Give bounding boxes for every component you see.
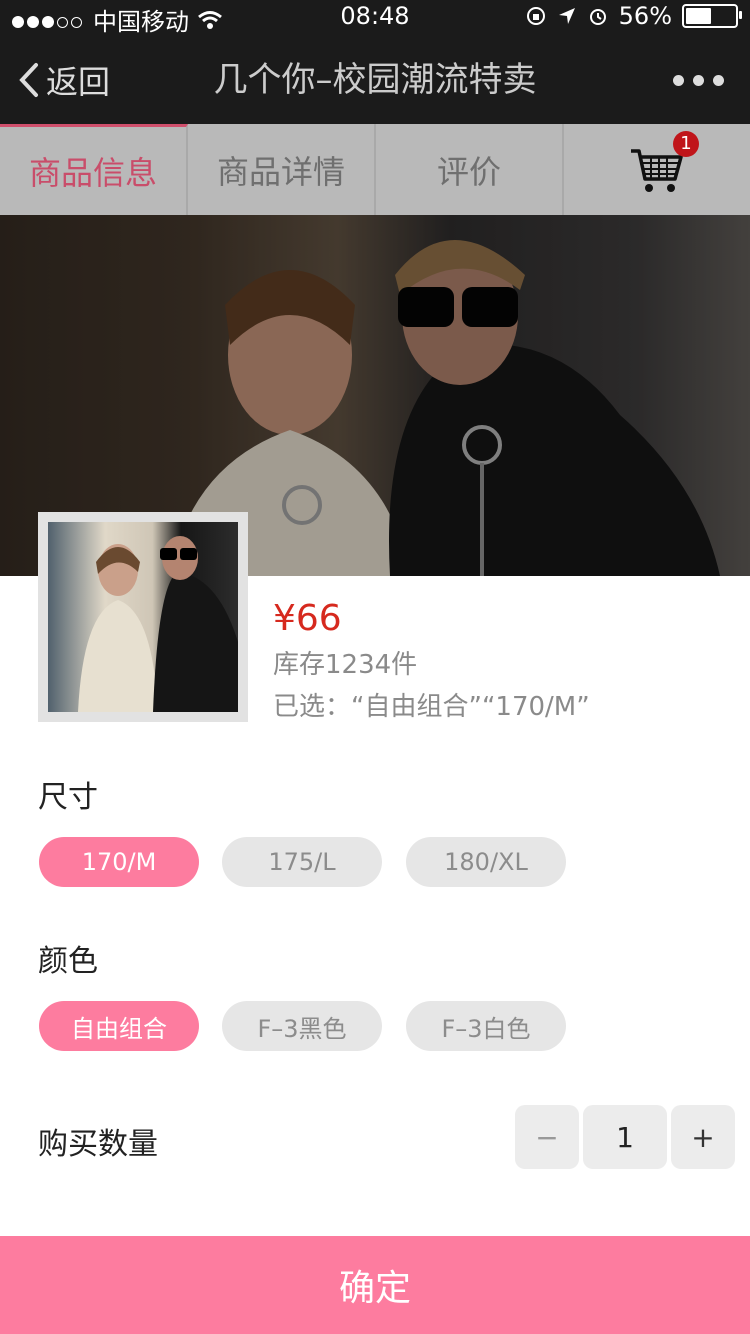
size-label: 尺寸: [38, 780, 98, 815]
size-option-180xl[interactable]: 180/XL: [406, 837, 566, 887]
color-option-free-combo[interactable]: 自由组合: [39, 1001, 199, 1051]
quantity-increase-button[interactable]: +: [671, 1105, 735, 1169]
product-thumbnail-image: [48, 522, 238, 712]
cart-button[interactable]: 1: [564, 124, 750, 215]
cart-badge: 1: [673, 130, 699, 157]
product-price: ¥66: [273, 598, 342, 639]
product-thumbnail: [38, 512, 248, 722]
rotation-lock-icon: [526, 7, 545, 25]
more-dot-icon: [693, 74, 704, 86]
battery-fill: [686, 8, 711, 24]
battery-icon: [682, 4, 742, 28]
chevron-left-icon: [19, 63, 38, 97]
more-dot-icon: [713, 74, 724, 86]
product-stock: 库存1234件: [273, 650, 418, 680]
color-label: 颜色: [38, 944, 98, 979]
quantity-input[interactable]: 1: [583, 1105, 667, 1169]
status-bar: 中国移动 08:48 56%: [0, 0, 750, 36]
page-title: 几个你–校园潮流特卖: [213, 60, 537, 100]
battery-percent: 56%: [618, 2, 672, 30]
status-right: 56%: [525, 2, 742, 30]
quantity-label: 购买数量: [38, 1127, 158, 1162]
more-button[interactable]: [673, 36, 724, 124]
tab-bar: 商品信息 商品详情 评价 1: [0, 124, 750, 215]
tab-reviews[interactable]: 评价: [376, 124, 564, 215]
nav-bar: 返回 几个你–校园潮流特卖: [0, 36, 750, 124]
color-option-f3-white[interactable]: F–3白色: [406, 1001, 566, 1051]
back-button[interactable]: 返回: [18, 36, 110, 124]
size-option-170m[interactable]: 170/M: [39, 837, 199, 887]
tab-product-details[interactable]: 商品详情: [188, 124, 376, 215]
location-icon: [558, 8, 575, 24]
tab-product-info[interactable]: 商品信息: [0, 124, 188, 215]
color-option-f3-black[interactable]: F–3黑色: [222, 1001, 382, 1051]
quantity-decrease-button[interactable]: −: [515, 1105, 579, 1169]
cart-icon: 1: [629, 130, 699, 195]
alarm-icon: [589, 9, 606, 25]
selected-options: 已选：“自由组合”“170/M”: [273, 692, 590, 722]
more-dot-icon: [673, 74, 684, 86]
size-option-175l[interactable]: 175/L: [222, 837, 382, 887]
back-label: 返回: [46, 63, 111, 101]
confirm-button[interactable]: 确定: [0, 1236, 750, 1334]
